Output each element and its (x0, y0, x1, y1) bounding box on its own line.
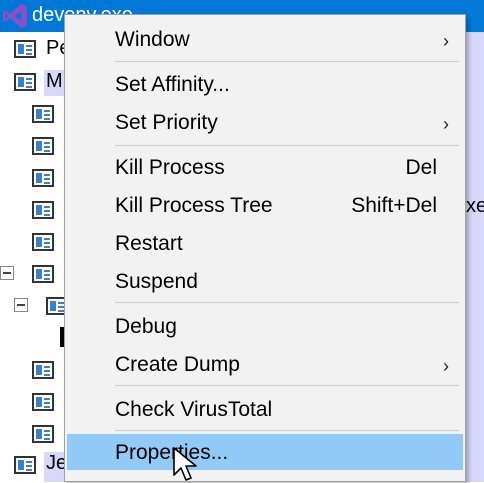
menu-item-label: Create Dump (115, 353, 240, 376)
visual-studio-icon (3, 4, 27, 28)
process-icon (14, 40, 36, 58)
chevron-right-icon: › (443, 31, 449, 51)
menu-item-set-affinity[interactable]: Set Affinity... (67, 66, 463, 102)
menu-item-properties[interactable]: Properties... (67, 434, 463, 470)
menu-item-label: Debug (115, 315, 177, 338)
menu-item-create-dump[interactable]: Create Dump › (67, 346, 463, 382)
mouse-cursor-icon (173, 447, 197, 481)
menu-item-restart[interactable]: Restart (67, 225, 463, 261)
menu-item-label: Restart (115, 232, 183, 255)
menu-item-window[interactable]: Window › (67, 21, 463, 57)
column-text-fragment: xe (466, 195, 484, 217)
menu-item-debug[interactable]: Debug (67, 308, 463, 344)
tree-row-label[interactable]: M (46, 70, 63, 93)
menu-item-label: Check VirusTotal (115, 398, 273, 421)
tree-row-highlight (466, 14, 484, 482)
process-icon (32, 105, 54, 123)
chevron-right-icon: › (443, 356, 449, 376)
menu-item-kill-process-tree[interactable]: Kill Process Tree Shift+Del (67, 187, 463, 223)
menu-separator (115, 302, 459, 303)
process-icon (32, 233, 54, 251)
process-icon (32, 201, 54, 219)
menu-item-label: Window (115, 28, 190, 51)
menu-item-label: Set Affinity... (115, 73, 230, 96)
menu-item-shortcut: Del (405, 156, 437, 179)
menu-item-check-virustotal[interactable]: Check VirusTotal (67, 391, 463, 427)
context-menu: Window › Set Affinity... Set Priority › … (64, 14, 466, 482)
menu-item-label: Kill Process Tree (115, 194, 273, 217)
process-icon (32, 393, 54, 411)
collapse-icon[interactable] (0, 266, 14, 280)
process-icon (32, 137, 54, 155)
process-icon (32, 425, 54, 443)
menu-separator (115, 385, 459, 386)
menu-item-label: Kill Process (115, 156, 225, 179)
process-icon (32, 169, 54, 187)
process-icon (14, 73, 36, 91)
menu-item-label: Suspend (115, 270, 198, 293)
collapse-icon[interactable] (14, 298, 28, 312)
menu-separator (115, 145, 459, 146)
menu-item-shortcut: Shift+Del (351, 194, 437, 217)
process-icon (32, 361, 54, 379)
menu-item-kill-process[interactable]: Kill Process Del (67, 149, 463, 185)
menu-separator (115, 61, 459, 62)
process-icon (32, 265, 54, 283)
menu-separator (115, 430, 459, 431)
menu-item-set-priority[interactable]: Set Priority › (67, 104, 463, 140)
menu-item-label: Set Priority (115, 111, 218, 134)
menu-item-suspend[interactable]: Suspend (67, 263, 463, 299)
chevron-right-icon: › (443, 114, 449, 134)
process-icon (14, 456, 36, 474)
